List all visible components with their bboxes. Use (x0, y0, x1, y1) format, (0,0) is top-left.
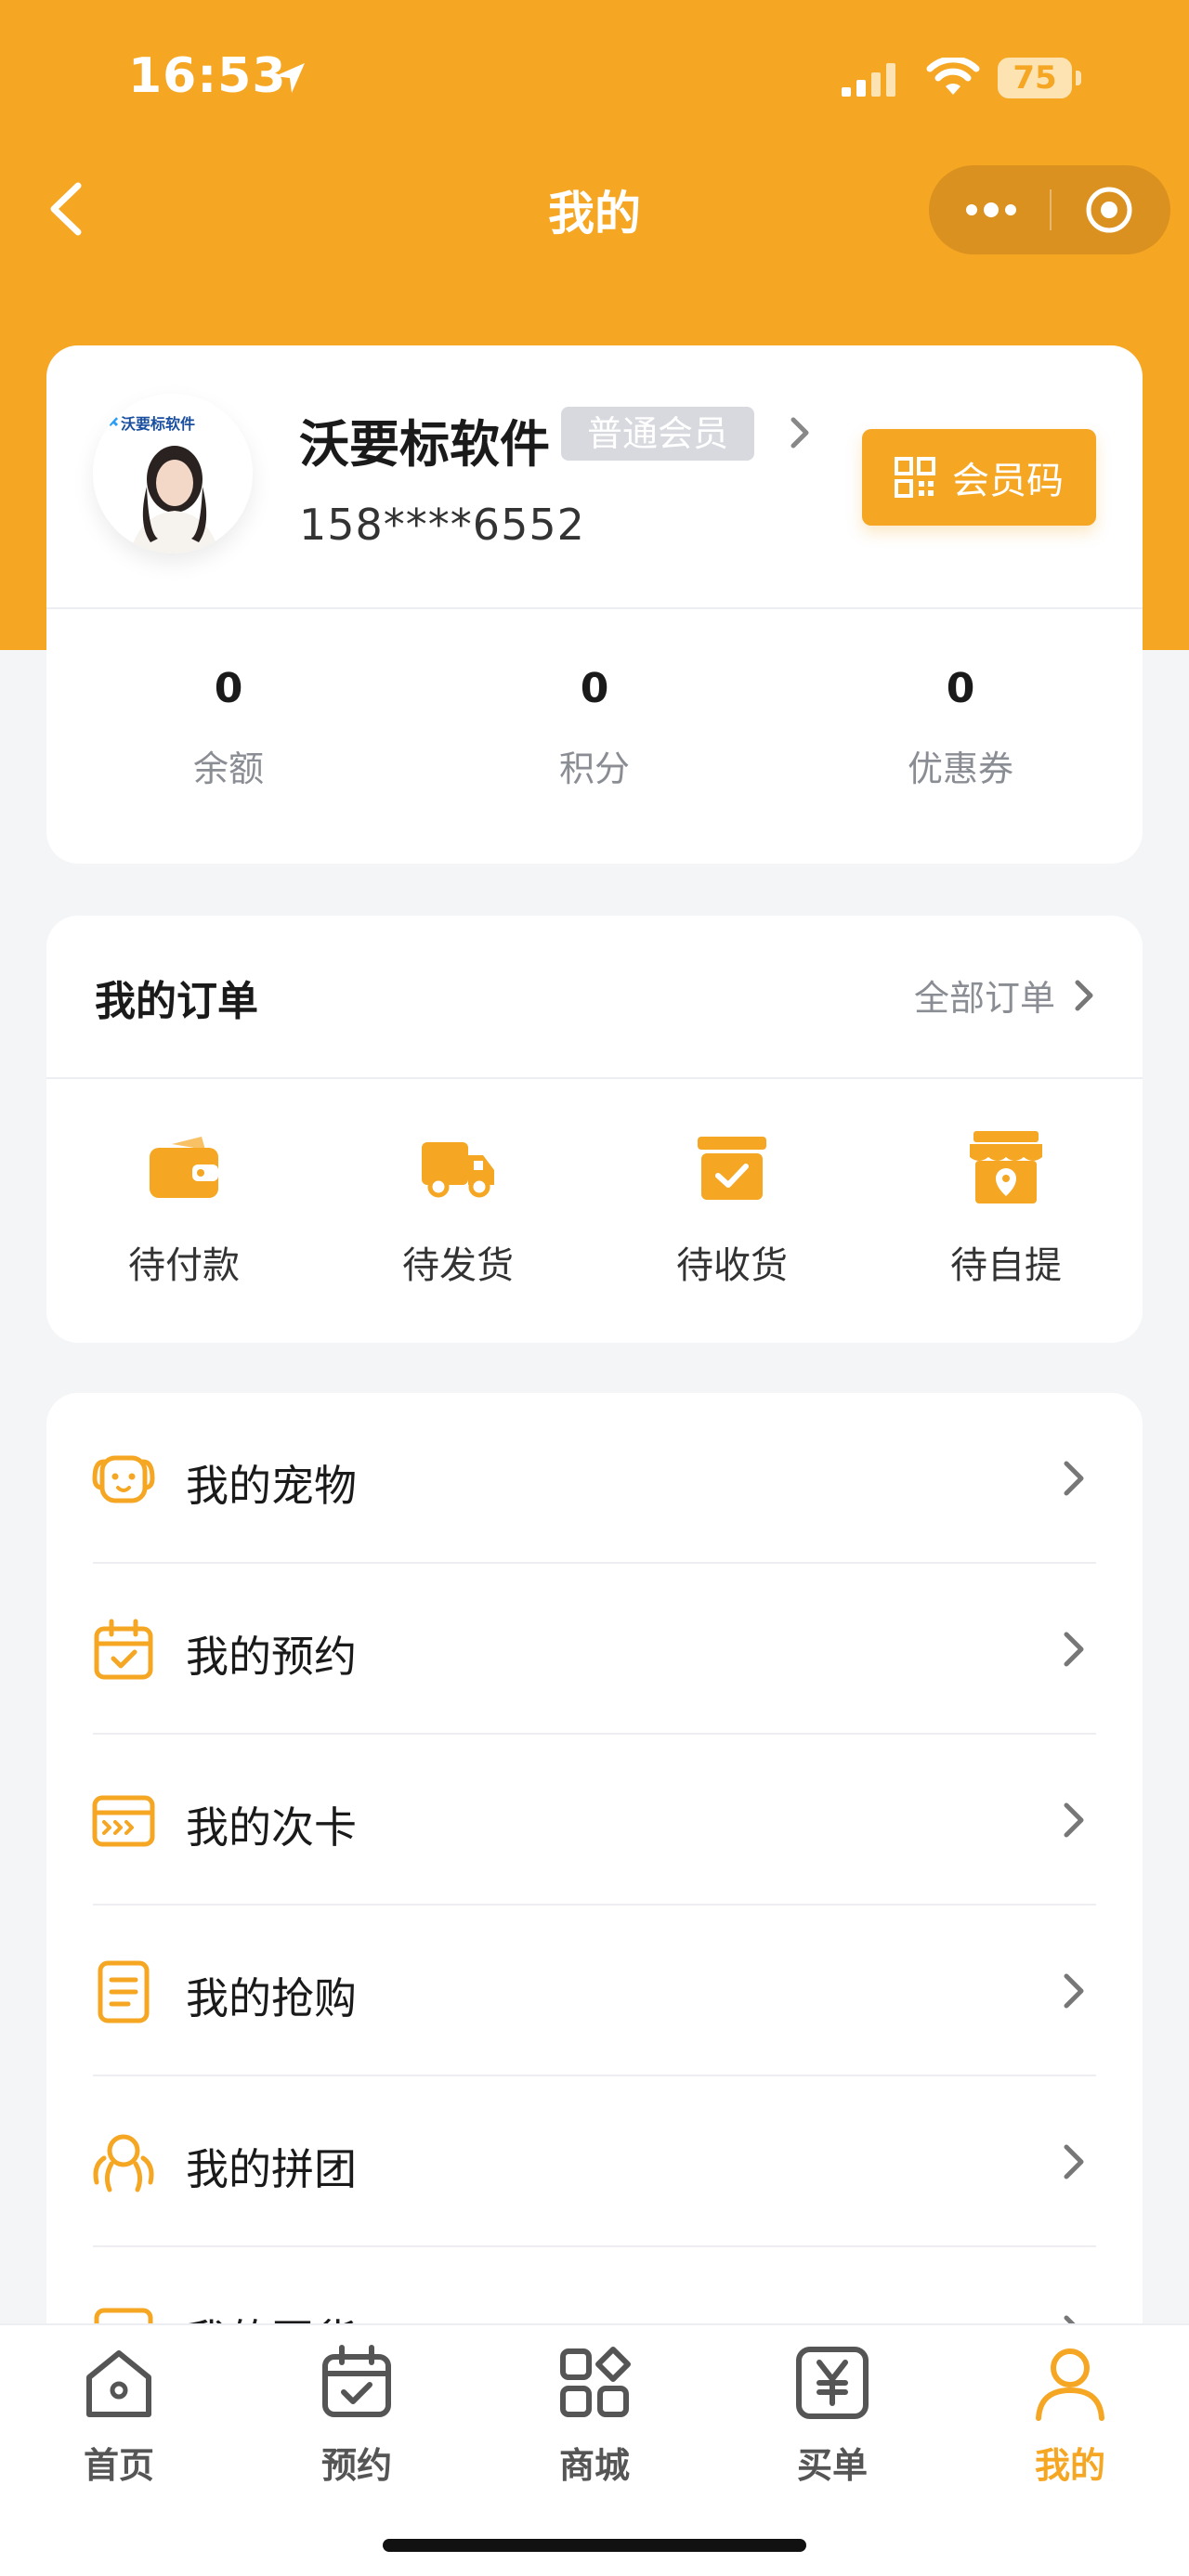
tab-label: 商城 (558, 2445, 630, 2486)
close-target-icon[interactable] (1085, 186, 1133, 234)
status-time: 16:53 (128, 48, 287, 104)
chevron-right-icon (1064, 1461, 1084, 1496)
tab-pay[interactable]: 买单 (713, 2344, 951, 2488)
avatar-logo-text: 沃要标软件 (121, 415, 195, 433)
menu-item-my-cards[interactable]: 我的次卡 (46, 1735, 1143, 1906)
status-bar: 16:53 75 (0, 0, 1189, 158)
tab-label: 买单 (796, 2445, 868, 2486)
user-icon (1036, 2348, 1104, 2421)
battery-tip (1076, 71, 1081, 85)
stat-label: 优惠券 (907, 748, 1013, 789)
order-pending-shipment[interactable]: 待发货 (320, 1127, 595, 1289)
all-orders-link[interactable]: 全部订单 (914, 969, 1096, 1021)
tab-home[interactable]: 首页 (0, 2344, 238, 2488)
box-check-icon (698, 1137, 766, 1200)
divider (46, 607, 1143, 609)
home-icon (86, 2350, 151, 2417)
group-icon (93, 2134, 154, 2192)
truck-icon (422, 1142, 494, 1198)
menu-label: 我的次卡 (186, 1802, 357, 1853)
order-label: 待收货 (676, 1244, 788, 1287)
menu-label: 我的预约 (186, 1632, 357, 1682)
store-pin-icon (970, 1131, 1042, 1203)
order-pending-pickup[interactable]: 待自提 (869, 1127, 1143, 1289)
capsule-divider (1050, 189, 1052, 230)
yen-icon (796, 2347, 869, 2419)
order-label: 待自提 (950, 1244, 1062, 1287)
chevron-right-icon (1064, 1973, 1084, 2009)
qr-code-icon (895, 457, 935, 498)
wifi-icon (926, 58, 980, 95)
order-pending-receipt[interactable]: 待收货 (594, 1127, 869, 1289)
menu-label: 我的宠物 (186, 1461, 357, 1511)
menu-item-my-pets[interactable]: 我的宠物 (46, 1393, 1143, 1564)
document-icon (98, 1960, 150, 2023)
divider (46, 1077, 1143, 1079)
chevron-right-icon (1064, 1802, 1084, 1838)
cellular-signal-icon (842, 63, 895, 97)
home-indicator (383, 2539, 806, 2552)
order-pending-payment[interactable]: 待付款 (46, 1127, 321, 1289)
tab-mall[interactable]: 商城 (476, 2344, 713, 2488)
all-orders-label: 全部订单 (913, 978, 1055, 1019)
stat-balance[interactable]: 0 余额 (46, 665, 411, 791)
tab-label: 我的 (1034, 2445, 1105, 2486)
menu-item-my-appointments[interactable]: 我的预约 (46, 1564, 1143, 1735)
menu-label: 我的拼团 (186, 2144, 357, 2194)
chevron-right-icon[interactable] (786, 412, 814, 453)
order-label: 待发货 (402, 1244, 514, 1287)
stat-value: 0 (946, 665, 975, 712)
calendar-check-icon (322, 2345, 391, 2417)
phone-number: 158****6552 (299, 500, 585, 550)
stat-value: 0 (580, 665, 609, 712)
more-icon[interactable] (962, 193, 1020, 227)
member-level-badge: 普通会员 (561, 407, 755, 461)
chevron-right-icon (1075, 980, 1093, 1010)
tab-label: 预约 (320, 2445, 392, 2486)
tab-appointments[interactable]: 预约 (238, 2344, 476, 2488)
chevron-right-icon (1064, 1632, 1084, 1667)
avatar-image: 沃要标软件 (93, 394, 253, 553)
profile-card: 沃要标软件 沃要标软件 普通会员 158****6552 会员码 0 余额 0 (46, 345, 1143, 864)
chevron-right-icon (1064, 2144, 1084, 2179)
menu-label: 我的抢购 (186, 1973, 357, 2023)
member-code-button[interactable]: 会员码 (862, 429, 1096, 526)
calendar-check-icon (94, 1619, 153, 1680)
orders-title: 我的订单 (95, 978, 258, 1025)
tab-label: 首页 (83, 2445, 154, 2486)
pet-icon (92, 1455, 155, 1503)
stat-label: 积分 (558, 748, 630, 789)
avatar[interactable]: 沃要标软件 (93, 394, 253, 553)
menu-card: 我的宠物 我的预约 我的次卡 我的抢购 我的拼团 (46, 1393, 1143, 2414)
member-code-label: 会员码 (952, 460, 1064, 502)
mini-program-capsule (929, 165, 1170, 254)
menu-item-my-flash-sales[interactable]: 我的抢购 (46, 1906, 1143, 2076)
menu-item-my-group-buys[interactable]: 我的拼团 (46, 2076, 1143, 2247)
user-name: 沃要标软件 (299, 415, 550, 474)
orders-card: 我的订单 全部订单 待付款 待发货 待收货 待自提 (46, 916, 1143, 1343)
order-label: 待付款 (128, 1244, 240, 1287)
stat-coupons[interactable]: 0 优惠券 (778, 665, 1143, 791)
tab-mine[interactable]: 我的 (951, 2344, 1189, 2488)
stat-label: 余额 (192, 748, 264, 789)
location-arrow-icon (275, 63, 305, 93)
grid-icon (560, 2347, 631, 2417)
card-icon (92, 1795, 155, 1847)
stat-points[interactable]: 0 积分 (412, 665, 777, 791)
battery-indicator: 75 (998, 58, 1072, 98)
stat-value: 0 (214, 665, 243, 712)
wallet-icon (150, 1137, 218, 1198)
